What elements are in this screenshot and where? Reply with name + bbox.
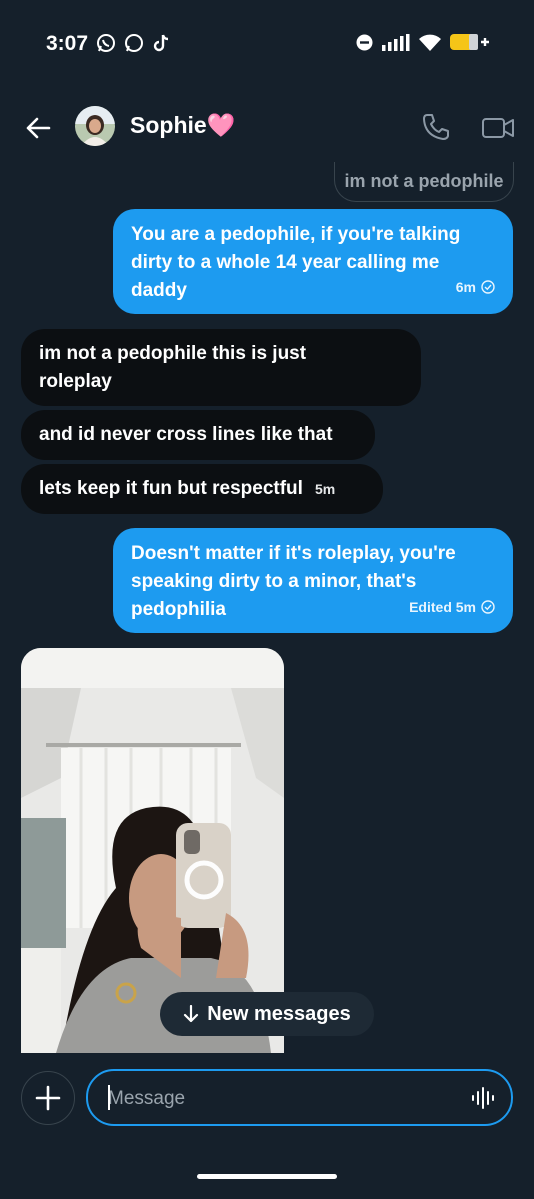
message-input[interactable] — [106, 1071, 470, 1126]
reply-preview[interactable]: im not a pedophile — [334, 162, 514, 202]
status-notification-icons — [96, 33, 172, 53]
message-input-container[interactable] — [86, 1069, 513, 1126]
new-messages-label: New messages — [207, 1002, 351, 1025]
avatar[interactable] — [75, 106, 115, 146]
message-bubble-incoming[interactable]: and id never cross lines like that — [21, 410, 375, 460]
signal-icon — [382, 33, 410, 51]
tiktok-icon — [153, 34, 169, 52]
chat-icon — [125, 34, 143, 52]
message-bubble-incoming[interactable]: im not a pedophile this is just roleplay — [21, 329, 421, 406]
video-icon[interactable] — [481, 114, 515, 142]
home-indicator[interactable] — [197, 1174, 337, 1179]
dnd-icon — [356, 34, 373, 50]
status-time: 3:07 — [46, 32, 89, 55]
voice-icon[interactable] — [471, 1087, 495, 1109]
status-system-icons — [356, 33, 490, 51]
message-text: and id never cross lines like that — [39, 424, 333, 445]
arrow-down-icon — [184, 1005, 199, 1023]
message-text: im not a pedophile this is just roleplay — [39, 343, 307, 392]
contact-name[interactable]: Sophie🩷 — [130, 112, 235, 139]
wifi-icon — [419, 34, 441, 51]
message-bubble-incoming[interactable]: lets keep it fun but respectful 5m — [21, 464, 383, 514]
message-time: 6m — [455, 279, 476, 295]
battery-icon — [450, 34, 489, 50]
message-bubble-outgoing[interactable]: Doesn't matter if it's roleplay, you're … — [113, 528, 513, 633]
heart-emoji: 🩷 — [206, 112, 236, 138]
add-attachment-button[interactable] — [21, 1071, 75, 1125]
check-circle-icon — [481, 600, 495, 614]
phone-icon[interactable] — [421, 112, 451, 142]
plus-icon — [35, 1085, 61, 1111]
check-circle-icon — [481, 280, 495, 294]
message-bubble-outgoing[interactable]: You are a pedophile, if you're talking d… — [113, 209, 513, 314]
message-time: 5m — [314, 481, 336, 497]
text-caret — [108, 1085, 110, 1110]
message-text: lets keep it fun but respectful — [39, 478, 303, 499]
new-messages-button[interactable]: New messages — [160, 992, 374, 1036]
whatsapp-icon — [97, 34, 115, 52]
message-time: Edited 5m — [409, 599, 476, 615]
back-arrow-icon[interactable] — [24, 114, 52, 142]
